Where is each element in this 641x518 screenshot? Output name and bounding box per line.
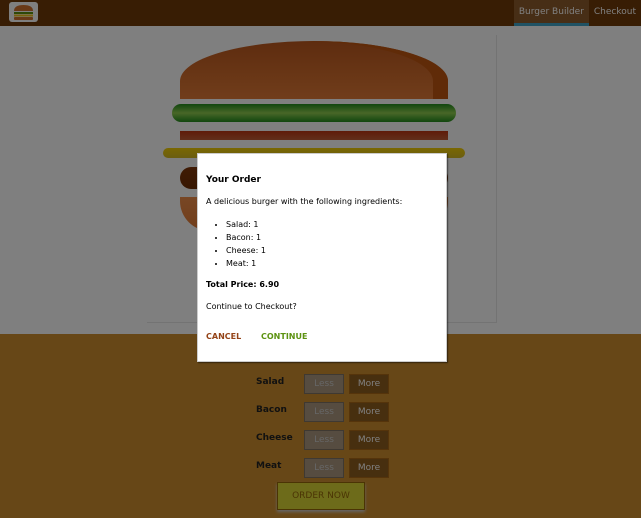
list-item: Salad: 1 [226,218,266,231]
list-item: Cheese: 1 [226,244,266,257]
modal-title: Your Order [206,175,261,185]
order-summary-modal: Your Order A delicious burger with the f… [197,153,447,362]
list-item: Bacon: 1 [226,231,266,244]
modal-description: A delicious burger with the following in… [206,197,403,206]
ingredient-list: Salad: 1 Bacon: 1 Cheese: 1 Meat: 1 [206,218,266,270]
cancel-button[interactable]: CANCEL [206,332,241,341]
total-price: Total Price: 6.90 [206,280,280,289]
list-item: Meat: 1 [226,257,266,270]
checkout-question: Continue to Checkout? [206,302,297,311]
continue-button[interactable]: CONTINUE [261,332,307,341]
